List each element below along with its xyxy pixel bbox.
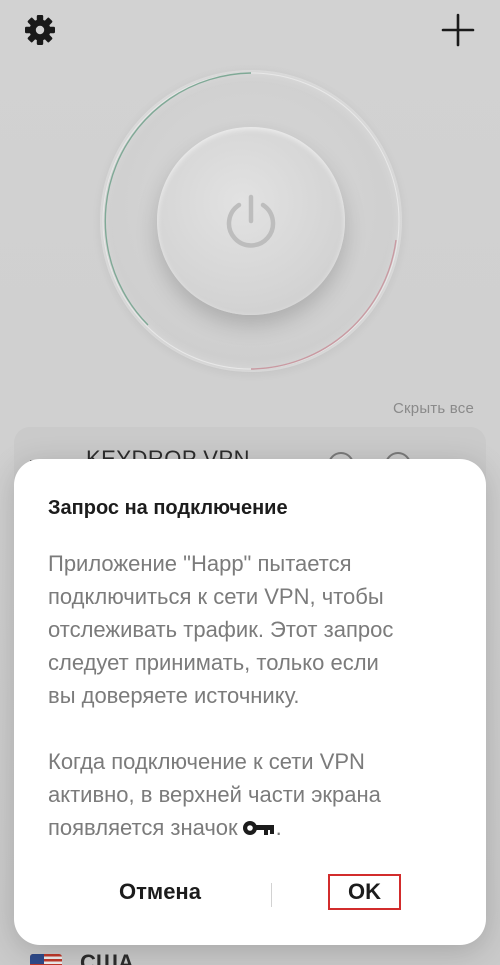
dialog-body: Приложение "Happ" пытается подключиться …	[48, 547, 468, 847]
dialog-title: Запрос на подключение	[48, 497, 288, 519]
power-button[interactable]	[157, 127, 345, 315]
us-flag-icon	[30, 954, 62, 965]
dialog-note-end: .	[275, 815, 282, 840]
button-divider	[271, 883, 272, 907]
key-icon	[242, 814, 276, 847]
cancel-button[interactable]: Отмена	[80, 869, 240, 915]
settings-gear-icon	[25, 15, 55, 45]
power-icon	[226, 194, 276, 248]
plus-icon	[441, 13, 475, 47]
dialog-note-text: Когда подключение к сети VPN активно, в …	[48, 749, 381, 840]
server-row-usa[interactable]: США	[30, 950, 330, 965]
vpn-connection-request-dialog: Запрос на подключение Приложение "Happ" …	[14, 459, 486, 945]
hide-all-link[interactable]: Скрыть все	[393, 400, 474, 417]
ok-button[interactable]: OK	[328, 874, 401, 910]
add-button[interactable]	[438, 10, 478, 50]
settings-button[interactable]	[20, 10, 60, 50]
dialog-note: Когда подключение к сети VPN активно, в …	[48, 745, 468, 847]
server-name: США	[80, 950, 134, 965]
dialog-actions: Отмена OK	[14, 869, 486, 919]
dialog-message: Приложение "Happ" пытается подключиться …	[48, 551, 394, 708]
